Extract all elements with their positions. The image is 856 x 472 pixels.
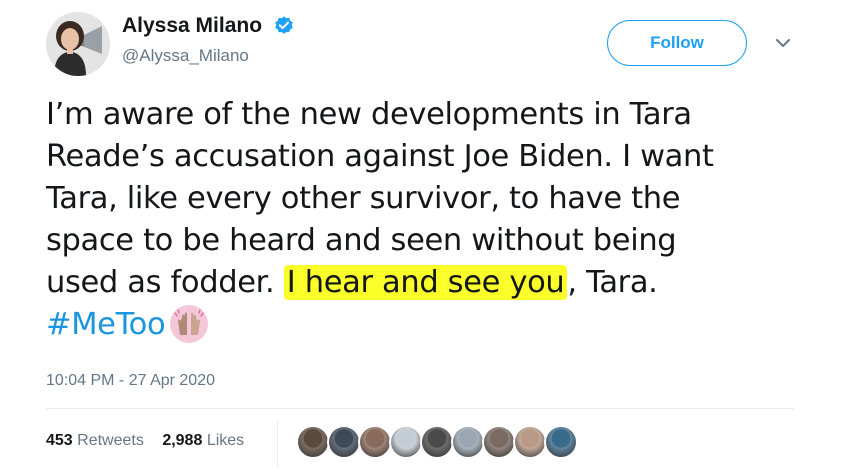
likes-stat[interactable]: 2,988 Likes [162, 432, 244, 450]
tweet-line: Reade’s accusation against Joe Biden. I … [46, 139, 714, 174]
likes-label: Likes [206, 432, 245, 449]
tweet-line: #MeToo [46, 304, 826, 356]
divider [46, 408, 794, 409]
raised-hands-emoji-icon [169, 304, 209, 356]
chevron-down-icon[interactable] [772, 34, 794, 52]
liker-avatar[interactable] [389, 425, 423, 459]
author-handle[interactable]: @Alyssa_Milano [122, 46, 295, 66]
likes-count: 2,988 [162, 432, 203, 449]
liker-avatar[interactable] [544, 425, 578, 459]
tweet-line: used as fodder. I hear and see you, Tara… [46, 262, 826, 304]
tweet-line: Tara, like every other survivor, to have… [46, 181, 681, 216]
tweet-line: space to be heard and seen without being [46, 223, 677, 258]
tweet-text-segment: used as fodder. [46, 265, 284, 300]
liker-avatar[interactable] [358, 425, 392, 459]
liker-avatar[interactable] [513, 425, 547, 459]
tweet-line: I’m aware of the new developments in Tar… [46, 97, 692, 132]
tweet-text: I’m aware of the new developments in Tar… [46, 94, 826, 356]
liker-avatar[interactable] [296, 425, 330, 459]
verified-badge-icon [273, 15, 295, 37]
hashtag-link[interactable]: #MeToo [46, 307, 166, 342]
stats-separator [277, 421, 278, 467]
retweets-label: Retweets [77, 432, 144, 449]
liker-avatar[interactable] [327, 425, 361, 459]
tweet-timestamp[interactable]: 10:04 PM - 27 Apr 2020 [46, 372, 215, 390]
liker-avatars [296, 425, 578, 461]
engagement-stats: 453 Retweets 2,988 Likes [46, 432, 258, 450]
liker-avatar[interactable] [451, 425, 485, 459]
highlighted-text: I hear and see you [283, 265, 568, 300]
retweets-stat[interactable]: 453 Retweets [46, 432, 144, 450]
liker-avatar[interactable] [482, 425, 516, 459]
retweets-count: 453 [46, 432, 73, 449]
profile-photo-icon[interactable] [46, 12, 110, 76]
author-display-name[interactable]: Alyssa Milano [122, 14, 262, 38]
tweet-card: Alyssa Milano @Alyssa_Milano Follow I’m … [0, 0, 856, 472]
tweet-text-segment: , Tara. [567, 265, 658, 300]
liker-avatar[interactable] [420, 425, 454, 459]
author-info: Alyssa Milano @Alyssa_Milano [122, 14, 295, 66]
follow-button[interactable]: Follow [607, 20, 747, 66]
